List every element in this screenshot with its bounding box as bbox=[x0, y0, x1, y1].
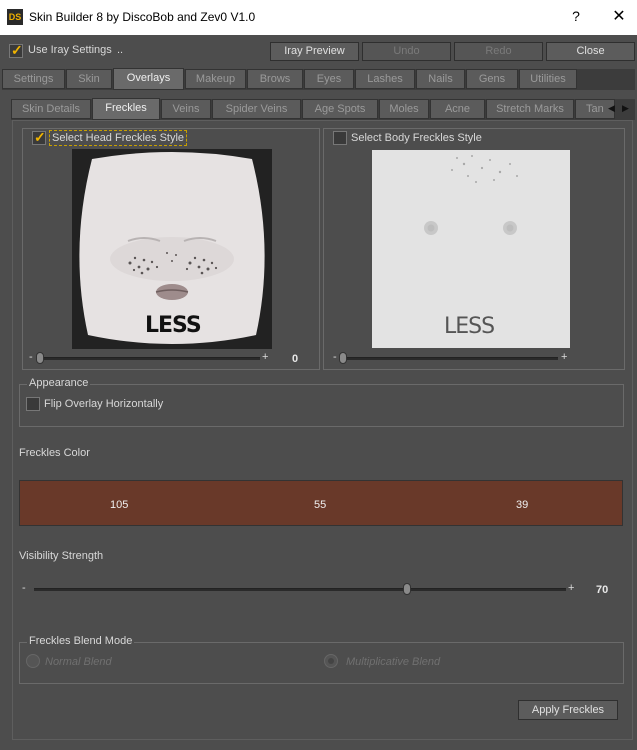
flip-overlay-checkbox[interactable] bbox=[26, 397, 40, 411]
help-button[interactable]: ? bbox=[566, 8, 586, 24]
tab-moles[interactable]: Moles bbox=[379, 99, 429, 119]
body-slider-handle[interactable] bbox=[339, 352, 347, 364]
redo-button[interactable]: Redo bbox=[454, 42, 543, 61]
tab-skin[interactable]: Skin bbox=[66, 69, 112, 89]
tab-skin-details[interactable]: Skin Details bbox=[11, 99, 91, 119]
head-preview-thumbnail[interactable]: LESS bbox=[72, 149, 272, 349]
title-bar: DS Skin Builder 8 by DiscoBob and Zev0 V… bbox=[0, 0, 637, 35]
multiplicative-blend-label: Multiplicative Blend bbox=[346, 656, 441, 668]
undo-button[interactable]: Undo bbox=[362, 42, 451, 61]
head-style-label[interactable]: Select Head Freckles Style bbox=[49, 130, 188, 146]
body-slider-track[interactable] bbox=[344, 357, 558, 360]
use-iray-label: Use Iray Settings bbox=[28, 44, 112, 56]
tab-age-spots[interactable]: Age Spots bbox=[302, 99, 378, 119]
tab-eyes[interactable]: Eyes bbox=[304, 69, 354, 89]
normal-blend-radio[interactable] bbox=[26, 654, 40, 668]
head-style-checkbox[interactable] bbox=[32, 129, 46, 146]
visibility-slider-track[interactable] bbox=[34, 588, 566, 591]
multiplicative-blend-radio[interactable] bbox=[324, 654, 338, 668]
body-style-checkbox[interactable] bbox=[333, 131, 347, 145]
head-slider-minus-icon[interactable]: - bbox=[29, 351, 33, 363]
tab-nails[interactable]: Nails bbox=[416, 69, 465, 89]
visibility-strength-title: Visibility Strength bbox=[19, 550, 104, 562]
head-slider-plus-icon[interactable]: + bbox=[262, 351, 268, 363]
iray-settings-ellipsis[interactable]: .. bbox=[117, 44, 123, 56]
head-slider-value: 0 bbox=[292, 353, 299, 365]
tab-makeup[interactable]: Makeup bbox=[185, 69, 246, 89]
head-preview-caption: LESS bbox=[145, 313, 202, 338]
tab-scroll-left-icon[interactable]: ◀ bbox=[608, 103, 615, 114]
close-button[interactable]: Close bbox=[546, 42, 635, 61]
tab-brows[interactable]: Brows bbox=[247, 69, 303, 89]
iray-preview-button[interactable]: Iray Preview bbox=[270, 42, 359, 61]
tab-freckles[interactable]: Freckles bbox=[92, 98, 160, 120]
appearance-title: Appearance bbox=[27, 377, 91, 389]
body-slider-minus-icon[interactable]: - bbox=[333, 351, 337, 363]
body-preview-caption: LESS bbox=[444, 314, 495, 339]
tab-overlays[interactable]: Overlays bbox=[113, 68, 184, 90]
tab-utilities[interactable]: Utilities bbox=[519, 69, 577, 89]
tab-stretch-marks[interactable]: Stretch Marks bbox=[486, 99, 574, 119]
color-red-value[interactable]: 105 bbox=[110, 499, 128, 511]
tab-lashes[interactable]: Lashes bbox=[355, 69, 415, 89]
head-slider-handle[interactable] bbox=[36, 352, 44, 364]
body-preview-thumbnail[interactable]: LESS bbox=[372, 150, 570, 348]
tab-spider-veins[interactable]: Spider Veins bbox=[212, 99, 301, 119]
tab-acne[interactable]: Acne bbox=[430, 99, 485, 119]
visibility-plus-icon[interactable]: + bbox=[568, 582, 574, 594]
use-iray-checkbox[interactable] bbox=[9, 42, 23, 59]
normal-blend-label: Normal Blend bbox=[45, 656, 112, 668]
freckles-color-title: Freckles Color bbox=[19, 447, 90, 459]
sub-tab-bar: Skin Details Freckles Veins Spider Veins… bbox=[11, 98, 635, 120]
head-slider-track[interactable] bbox=[40, 357, 260, 360]
visibility-value: 70 bbox=[596, 584, 609, 596]
tab-veins[interactable]: Veins bbox=[161, 99, 211, 119]
visibility-slider-handle[interactable] bbox=[403, 583, 411, 595]
window-title: Skin Builder 8 by DiscoBob and Zev0 V1.0 bbox=[29, 10, 256, 24]
tab-settings[interactable]: Settings bbox=[2, 69, 65, 89]
color-green-value[interactable]: 55 bbox=[314, 499, 326, 511]
app-icon: DS bbox=[7, 9, 23, 25]
blend-mode-title: Freckles Blend Mode bbox=[27, 635, 135, 647]
apply-freckles-button[interactable]: Apply Freckles bbox=[518, 700, 618, 720]
color-blue-value[interactable]: 39 bbox=[516, 499, 528, 511]
body-style-label[interactable]: Select Body Freckles Style bbox=[351, 132, 482, 144]
main-tab-bar: Settings Skin Overlays Makeup Brows Eyes… bbox=[2, 68, 635, 90]
tab-scroll-right-icon[interactable]: ▶ bbox=[622, 103, 629, 114]
freckles-color-swatch[interactable]: 105 55 39 bbox=[19, 480, 623, 526]
close-window-button[interactable]: ✕ bbox=[608, 6, 630, 26]
body-slider-plus-icon[interactable]: + bbox=[561, 351, 567, 363]
flip-overlay-label: Flip Overlay Horizontally bbox=[44, 398, 164, 410]
visibility-minus-icon[interactable]: - bbox=[22, 582, 26, 594]
tab-gens[interactable]: Gens bbox=[466, 69, 518, 89]
